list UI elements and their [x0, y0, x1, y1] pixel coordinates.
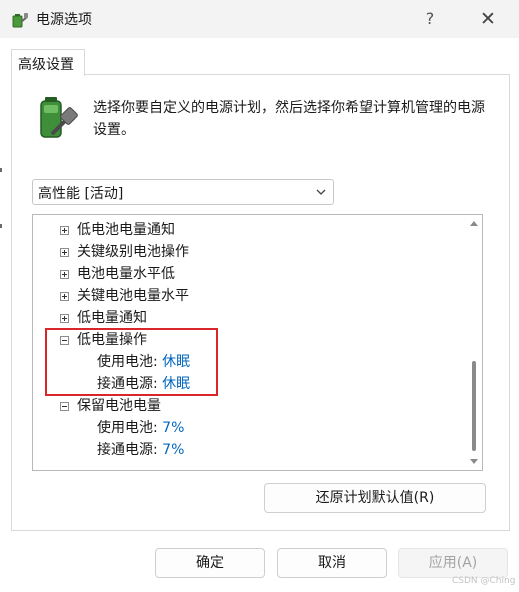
tab-advanced-settings[interactable]: 高级设置 — [11, 49, 85, 76]
help-button[interactable]: ? — [412, 4, 448, 34]
selected-plan: 高性能 [活动] — [38, 186, 124, 202]
setting-label: 使用电池: — [97, 420, 158, 436]
restore-defaults-button[interactable]: 还原计划默认值(R) — [264, 483, 486, 513]
power-plan-dropdown[interactable]: 高性能 [活动] — [32, 179, 334, 205]
expand-icon[interactable] — [60, 270, 69, 279]
tree-subitem-on-battery[interactable]: 使用电池: 7% — [33, 417, 463, 439]
tree-item-critical-battery-action[interactable]: 关键级别电池操作 — [33, 241, 463, 263]
tree-item-low-battery-notification[interactable]: 低电池电量通知 — [33, 219, 463, 241]
ok-button[interactable]: 确定 — [155, 548, 265, 578]
expand-icon[interactable] — [60, 226, 69, 235]
expand-icon[interactable] — [60, 292, 69, 301]
close-button[interactable]: ✕ — [468, 4, 508, 34]
window-edge-mark — [0, 224, 2, 228]
tree-item-low-power-notification[interactable]: 低电量通知 — [33, 307, 463, 329]
plan-description: 选择你要自定义的电源计划，然后选择你希望计算机管理的电源设置。 — [93, 100, 485, 138]
setting-label: 接通电源: — [97, 442, 158, 458]
apply-button[interactable]: 应用(A) — [398, 548, 508, 578]
chevron-down-icon — [316, 189, 326, 195]
battery-plug-icon — [40, 97, 78, 138]
tree-item-label: 关键级别电池操作 — [77, 244, 189, 260]
tree-item-label: 电池电量水平低 — [77, 266, 175, 282]
tree-item-low-battery-level[interactable]: 电池电量水平低 — [33, 263, 463, 285]
watermark: CSDN @Ching — [452, 576, 516, 586]
tree-subitem-plugged-in[interactable]: 接通电源: 7% — [33, 439, 463, 461]
scroll-up-arrow-icon[interactable] — [470, 221, 478, 226]
window-title: 电源选项 — [36, 12, 92, 28]
title-bar: 电源选项 ? ✕ — [0, 0, 519, 38]
cancel-button[interactable]: 取消 — [277, 548, 387, 578]
tree-item-reserve-battery-level[interactable]: 保留电池电量 — [33, 395, 463, 417]
tree-item-label: 低电量通知 — [77, 310, 147, 326]
tree-item-critical-battery-level[interactable]: 关键电池电量水平 — [33, 285, 463, 307]
scroll-down-arrow-icon[interactable] — [470, 459, 478, 464]
expand-icon[interactable] — [60, 248, 69, 257]
tab-label: 高级设置 — [18, 57, 74, 73]
collapse-icon[interactable] — [60, 402, 69, 411]
tree-item-label: 低电池电量通知 — [77, 222, 175, 238]
setting-value-link[interactable]: 7% — [162, 420, 184, 436]
scroll-thumb[interactable] — [472, 361, 476, 451]
highlight-annotation-box — [45, 328, 218, 396]
tree-item-label: 关键电池电量水平 — [77, 288, 189, 304]
power-options-icon — [12, 13, 28, 28]
tree-item-label: 保留电池电量 — [77, 398, 161, 414]
window-edge-mark — [0, 168, 2, 172]
tree-scrollbar[interactable] — [467, 216, 481, 469]
expand-icon[interactable] — [60, 314, 69, 323]
setting-value-link[interactable]: 7% — [162, 442, 184, 458]
